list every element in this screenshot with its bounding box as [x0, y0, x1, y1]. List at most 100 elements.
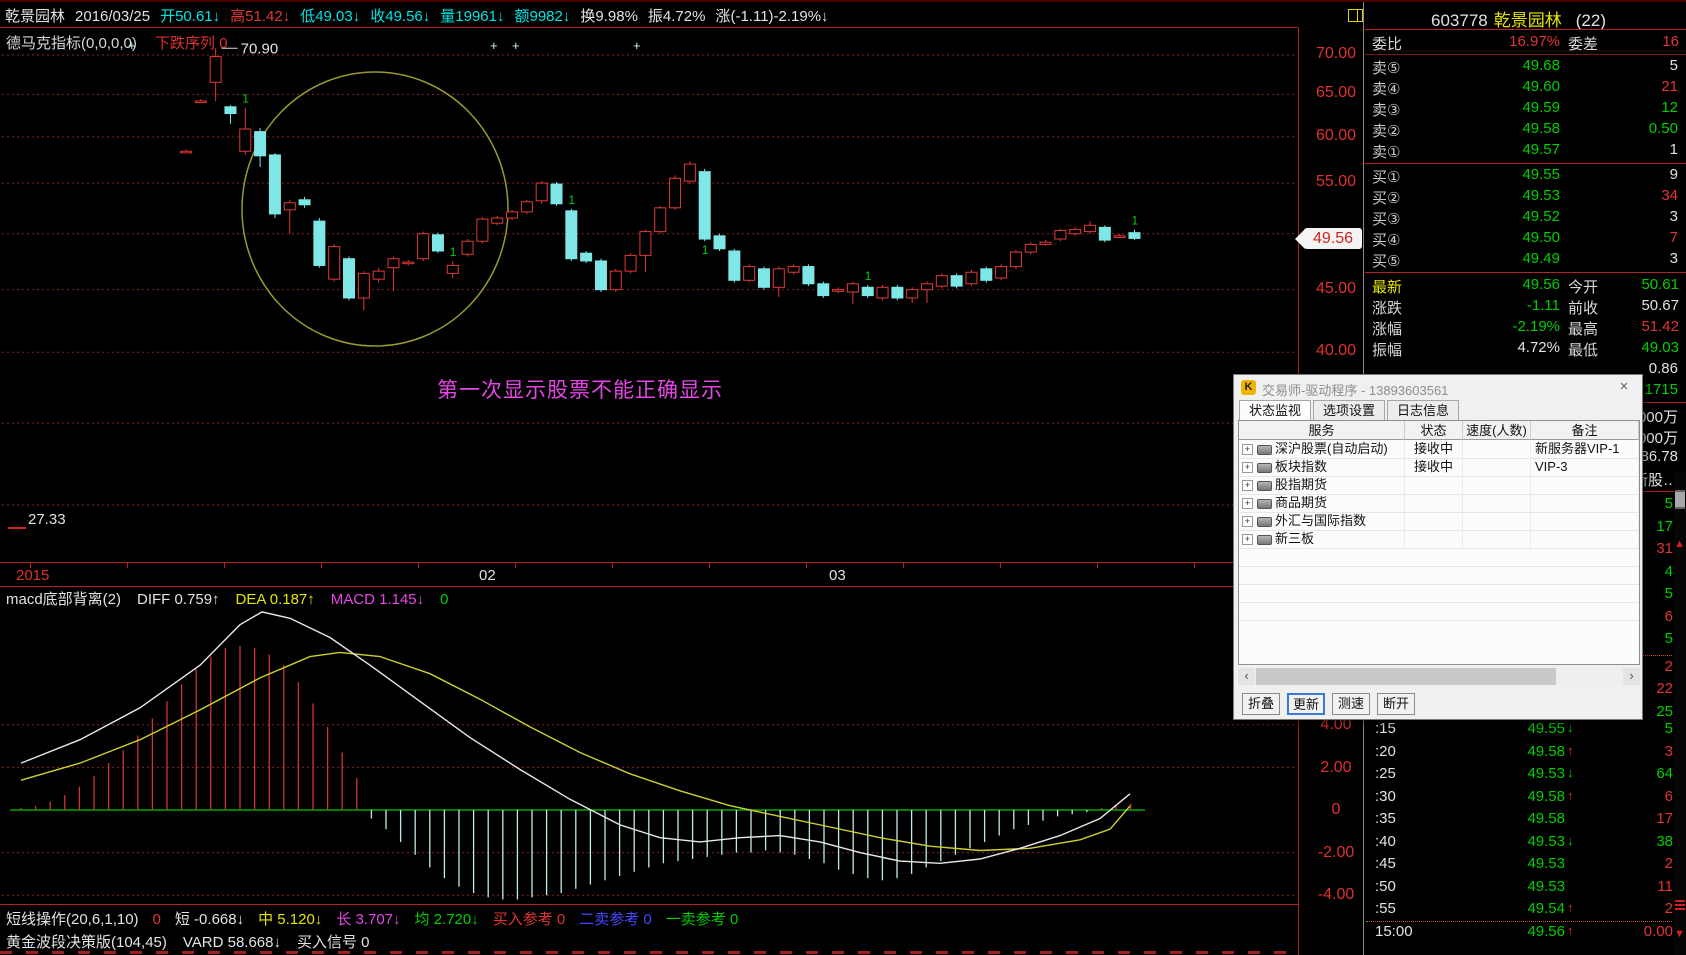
- tick-arrow: ↑: [1567, 742, 1574, 758]
- level-label: 卖③: [1372, 102, 1401, 119]
- dialog-button-更新[interactable]: 更新: [1287, 693, 1325, 715]
- ask-row[interactable]: 卖④ 49.60 21: [1365, 78, 1686, 99]
- tick-row[interactable]: :25 49.53 ↓ 64: [1365, 765, 1686, 786]
- menu-marker[interactable]: [1675, 900, 1685, 910]
- tab-1[interactable]: 选项设置: [1313, 400, 1386, 421]
- separator: [1365, 54, 1686, 55]
- tab-2[interactable]: 日志信息: [1387, 400, 1460, 421]
- indicator-part: 均 2.720↓: [414, 911, 479, 928]
- tick-row[interactable]: :15 49.55 ↓ 5: [1365, 720, 1686, 741]
- ask-row[interactable]: 卖② 49.58 0.50: [1365, 120, 1686, 141]
- axis-tick: [1000, 563, 1001, 568]
- level-label: 卖①: [1372, 144, 1401, 161]
- tick-row[interactable]: 15:00 49.56 ↑ 0.00: [1365, 923, 1686, 944]
- column-header[interactable]: 速度(人数): [1463, 421, 1531, 440]
- tick-volume: 6: [1664, 787, 1673, 805]
- weibi-row: 委比 16.97% 委差 16: [1365, 33, 1686, 53]
- service-row[interactable]: + 商品期货: [1239, 494, 1639, 513]
- table-cell: VIP-3: [1531, 458, 1639, 476]
- tick-row[interactable]: :45 49.53 2: [1365, 855, 1686, 876]
- tick-row[interactable]: :20 49.58 ↑ 3: [1365, 743, 1686, 764]
- table-cell: 新三板: [1275, 530, 1405, 548]
- scroll-up-marker[interactable]: ▲: [1674, 538, 1685, 550]
- ask-row[interactable]: 卖① 49.57 1: [1365, 141, 1686, 162]
- dialog-button-测速[interactable]: 测速: [1332, 693, 1370, 715]
- info-label: 最高: [1568, 321, 1599, 338]
- tick-time: :25: [1375, 765, 1396, 782]
- topbar-field: 量19961↓: [440, 8, 505, 25]
- server-disk-icon: [1257, 463, 1272, 473]
- service-row[interactable]: + 外汇与国际指数: [1239, 512, 1639, 531]
- server-disk-icon: [1257, 445, 1272, 455]
- bid-row[interactable]: 买② 49.53 34: [1365, 187, 1686, 208]
- expand-icon[interactable]: +: [1242, 462, 1253, 473]
- ask-row[interactable]: 卖⑤ 49.68 5: [1365, 57, 1686, 78]
- stock-count: (22): [1575, 11, 1606, 30]
- expand-icon[interactable]: +: [1242, 480, 1253, 491]
- topbar-field: 低49.03↓: [300, 8, 361, 25]
- tick-row[interactable]: :55 49.54 ↑ 2: [1365, 900, 1686, 921]
- tick-time: 15:00: [1375, 922, 1413, 940]
- scroll-left-arrow[interactable]: ‹: [1238, 668, 1255, 685]
- expand-icon[interactable]: +: [1242, 534, 1253, 545]
- table-cell: [1531, 512, 1639, 530]
- app-logo-icon: K: [1241, 380, 1256, 395]
- price: 49.59: [1522, 99, 1560, 116]
- dialog-button-断开[interactable]: 断开: [1377, 693, 1415, 715]
- svg-text:1: 1: [242, 92, 249, 106]
- volume: 1: [1669, 141, 1678, 158]
- horizontal-scrollbar[interactable]: ‹ ›: [1238, 668, 1640, 685]
- column-header[interactable]: 服务: [1239, 421, 1405, 440]
- indicator-part: 黄金波段决策版(104,45): [6, 934, 167, 951]
- bid-row[interactable]: 买① 49.55 9: [1365, 166, 1686, 187]
- column-header[interactable]: 状态: [1405, 421, 1463, 440]
- tick-row[interactable]: :50 49.53 11: [1365, 878, 1686, 899]
- separator: [1365, 29, 1686, 30]
- service-row[interactable]: + 板块指数 接收中 VIP-3: [1239, 458, 1639, 477]
- tick-volume: 11: [1657, 877, 1673, 895]
- info-row: 涨幅 -2.19% 最高 51.42: [1365, 318, 1686, 339]
- macd-axis-label: 2.00: [1320, 759, 1352, 776]
- bid-row[interactable]: 买④ 49.50 7: [1365, 229, 1686, 250]
- scroll-right-arrow[interactable]: ›: [1623, 668, 1640, 685]
- info-label: 前收: [1568, 300, 1599, 317]
- scrollbar-thumb[interactable]: [1256, 668, 1556, 685]
- service-table: 服务 状态 速度(人数) 备注 + 深沪股票(自动启动) 接收中 新服务器VIP-1 + 板块指数…: [1238, 420, 1640, 665]
- stock-code: 603778: [1431, 11, 1488, 30]
- column-header[interactable]: 备注: [1531, 421, 1639, 440]
- tick-arrow: ↑: [1567, 787, 1574, 803]
- service-row[interactable]: + 新三板: [1239, 530, 1639, 549]
- ask-row[interactable]: 卖③ 49.59 12: [1365, 99, 1686, 120]
- tick-arrow: ↑: [1567, 922, 1574, 938]
- volume: 7: [1669, 229, 1678, 246]
- tick-price: 49.55: [1527, 720, 1565, 737]
- bid-row[interactable]: 买③ 49.52 3: [1365, 208, 1686, 229]
- dialog-titlebar[interactable]: K 交易师-驱动程序 - 13893603561 ×: [1234, 375, 1642, 399]
- expand-icon[interactable]: +: [1242, 498, 1253, 509]
- volume: 34: [1661, 187, 1678, 204]
- app-window: 乾景园林 2016/03/25 开50.61↓ 高51.42↓ 低49.03↓ 收49.5…: [0, 0, 1686, 955]
- tick-row[interactable]: :30 49.58 ↑ 6: [1365, 788, 1686, 809]
- tick-scroll-thumb[interactable]: [1675, 490, 1685, 509]
- window-restore-icon[interactable]: [1348, 9, 1363, 22]
- close-icon[interactable]: ×: [1610, 377, 1638, 397]
- dialog-button-折叠[interactable]: 折叠: [1242, 693, 1280, 715]
- topbar-field: 振4.72%: [647, 8, 706, 25]
- expand-icon[interactable]: +: [1242, 444, 1253, 455]
- service-row[interactable]: + 股指期货: [1239, 476, 1639, 495]
- indicator-part: 买入参考 0: [492, 911, 566, 928]
- tick-row[interactable]: :40 49.53 ↓ 38: [1365, 833, 1686, 854]
- tab-0[interactable]: 状态监视: [1239, 400, 1312, 421]
- empty-row: [1239, 584, 1639, 603]
- service-row[interactable]: + 深沪股票(自动启动) 接收中 新服务器VIP-1: [1239, 440, 1639, 459]
- expand-icon[interactable]: +: [1242, 516, 1253, 527]
- scroll-down-marker[interactable]: ▼: [1674, 928, 1685, 940]
- bid-row[interactable]: 买⑤ 49.49 3: [1365, 250, 1686, 271]
- level-label: 买①: [1372, 169, 1401, 186]
- table-cell: 板块指数: [1275, 458, 1405, 476]
- level-label: 买③: [1372, 211, 1401, 228]
- empty-row: [1239, 602, 1639, 621]
- tick-row[interactable]: :35 49.58 17: [1365, 810, 1686, 831]
- table-cell: [1531, 476, 1639, 494]
- table-cell: 接收中: [1405, 440, 1463, 458]
